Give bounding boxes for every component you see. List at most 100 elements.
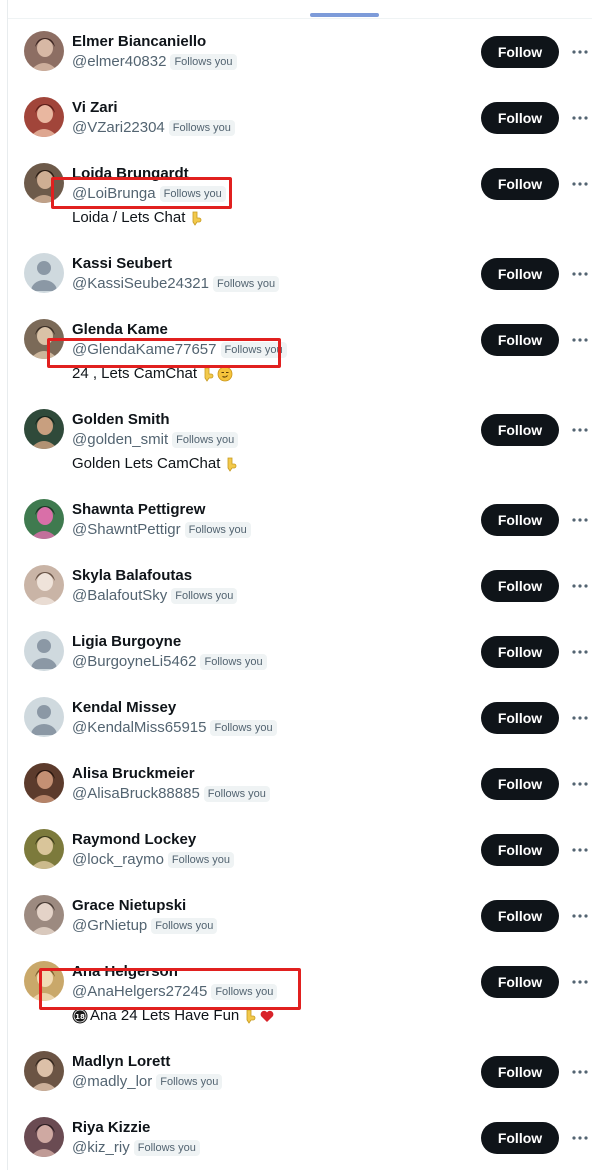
user-display-name[interactable]: Skyla Balafoutas [72, 566, 192, 585]
user-display-name[interactable]: Grace Nietupski [72, 896, 186, 915]
follow-button[interactable]: Follow [481, 414, 559, 446]
user-handle[interactable]: @kiz_riy [72, 1138, 130, 1158]
user-row[interactable]: Riya Kizzie @kiz_riy Follows you Follow [8, 1105, 592, 1170]
user-display-name[interactable]: Kassi Seubert [72, 254, 172, 273]
user-handle[interactable]: @KassiSeube24321 [72, 274, 209, 294]
avatar[interactable] [24, 1117, 64, 1157]
user-row[interactable]: Shawnta Pettigrew @ShawntPettigr Follows y… [8, 487, 592, 553]
follow-button[interactable]: Follow [481, 102, 559, 134]
more-options-button[interactable] [569, 905, 591, 927]
more-options-button[interactable] [569, 173, 591, 195]
user-row[interactable]: Kassi Seubert @KassiSeube24321 Follows you… [8, 241, 592, 307]
user-row[interactable]: Golden Smith @golden_smit Follows you Golde… [8, 397, 592, 487]
user-handle[interactable]: @AlisaBruck88885 [72, 784, 200, 804]
user-display-name[interactable]: Shawnta Pettigrew [72, 500, 205, 519]
follow-button[interactable]: Follow [481, 966, 559, 998]
follow-button[interactable]: Follow [481, 702, 559, 734]
user-row[interactable]: Alisa Bruckmeier @AlisaBruck88885 Follows … [8, 751, 592, 817]
user-display-name[interactable]: Madlyn Lorett [72, 1052, 170, 1071]
follow-button[interactable]: Follow [481, 636, 559, 668]
follow-button[interactable]: Follow [481, 504, 559, 536]
user-handle[interactable]: @BalafoutSky [72, 586, 167, 606]
user-display-name[interactable]: Alisa Bruckmeier [72, 764, 195, 783]
follow-button[interactable]: Follow [481, 834, 559, 866]
user-row[interactable]: Ana Helgerson @AnaHelgers27245 Follows you… [8, 949, 592, 1039]
follow-button[interactable]: Follow [481, 258, 559, 290]
default-avatar[interactable] [24, 253, 64, 293]
default-avatar[interactable] [24, 697, 64, 737]
avatar[interactable] [24, 499, 64, 539]
user-handle[interactable]: @ShawntPettigr [72, 520, 181, 540]
follow-button[interactable]: Follow [481, 1122, 559, 1154]
user-handle[interactable]: @GrNietup [72, 916, 147, 936]
user-display-name[interactable]: Ligia Burgoyne [72, 632, 181, 651]
user-display-name[interactable]: Glenda Kame [72, 320, 168, 339]
user-row[interactable]: Madlyn Lorett @madly_lor Follows you Follow [8, 1039, 592, 1105]
more-options-button[interactable] [569, 839, 591, 861]
follow-button[interactable]: Follow [481, 768, 559, 800]
more-options-button[interactable] [569, 107, 591, 129]
user-handle[interactable]: @KendalMiss65915 [72, 718, 206, 738]
user-row[interactable]: Kendal Missey @KendalMiss65915 Follows you… [8, 685, 592, 751]
follow-button[interactable]: Follow [481, 900, 559, 932]
avatar[interactable] [24, 565, 64, 605]
user-display-name[interactable]: Loida Brungardt [72, 164, 189, 183]
user-handle[interactable]: @GlendaKame77657 [72, 340, 217, 360]
user-display-name[interactable]: Elmer Biancaniello [72, 32, 206, 51]
backhand-index-pointing-down-icon [187, 210, 203, 226]
user-row[interactable]: Glenda Kame @GlendaKame77657 Follows you 24… [8, 307, 592, 397]
user-row[interactable]: Vi Zari @VZari22304 Follows you Follow [8, 85, 592, 151]
user-row[interactable]: Skyla Balafoutas @BalafoutSky Follows you F… [8, 553, 592, 619]
more-options-button[interactable] [569, 419, 591, 441]
user-display-name[interactable]: Riya Kizzie [72, 1118, 150, 1137]
handle-line: @AnaHelgers27245 Follows you [72, 982, 278, 1002]
user-display-name[interactable]: Kendal Missey [72, 698, 176, 717]
more-options-button[interactable] [569, 971, 591, 993]
user-handle[interactable]: @AnaHelgers27245 [72, 982, 207, 1002]
more-options-button[interactable] [569, 1127, 591, 1149]
more-options-button[interactable] [569, 263, 591, 285]
more-options-button[interactable] [569, 1061, 591, 1083]
follow-button[interactable]: Follow [481, 570, 559, 602]
avatar[interactable] [24, 31, 64, 71]
user-display-name[interactable]: Golden Smith [72, 410, 170, 429]
more-options-button[interactable] [569, 41, 591, 63]
user-display-name[interactable]: Raymond Lockey [72, 830, 196, 849]
more-options-button[interactable] [569, 329, 591, 351]
more-options-button[interactable] [569, 773, 591, 795]
more-options-button[interactable] [569, 575, 591, 597]
avatar[interactable] [24, 829, 64, 869]
avatar[interactable] [24, 1051, 64, 1091]
more-options-button[interactable] [569, 509, 591, 531]
follow-button[interactable]: Follow [481, 324, 559, 356]
user-handle[interactable]: @madly_lor [72, 1072, 152, 1092]
user-handle[interactable]: @VZari22304 [72, 118, 165, 138]
default-avatar[interactable] [24, 631, 64, 671]
user-handle[interactable]: @lock_raymo [72, 850, 164, 870]
follow-button[interactable]: Follow [481, 36, 559, 68]
follows-you-badge: Follows you [133, 1140, 200, 1156]
avatar[interactable] [24, 97, 64, 137]
user-row[interactable]: Grace Nietupski @GrNietup Follows you Follo… [8, 883, 592, 949]
user-row[interactable]: Raymond Lockey @lock_raymo Follows you Foll… [8, 817, 592, 883]
more-options-button[interactable] [569, 641, 591, 663]
avatar[interactable] [24, 409, 64, 449]
avatar[interactable] [24, 895, 64, 935]
avatar[interactable] [24, 163, 64, 203]
follow-button[interactable]: Follow [481, 1056, 559, 1088]
user-display-name[interactable]: Ana Helgerson [72, 962, 178, 981]
user-handle[interactable]: @elmer40832 [72, 52, 166, 72]
user-row[interactable]: Elmer Biancaniello @elmer40832 Follows you… [8, 19, 592, 85]
user-handle[interactable]: @BurgoyneLi5462 [72, 652, 196, 672]
avatar[interactable] [24, 319, 64, 359]
user-row[interactable]: Ligia Burgoyne @BurgoyneLi5462 Follows you… [8, 619, 592, 685]
user-handle[interactable]: @golden_smit [72, 430, 168, 450]
avatar[interactable] [24, 763, 64, 803]
user-display-name[interactable]: Vi Zari [72, 98, 118, 117]
user-handle[interactable]: @LoiBrunga [72, 184, 156, 204]
ellipsis-icon [572, 782, 588, 786]
follow-button[interactable]: Follow [481, 168, 559, 200]
avatar[interactable] [24, 961, 64, 1001]
more-options-button[interactable] [569, 707, 591, 729]
user-row[interactable]: Loida Brungardt @LoiBrunga Follows you Loid… [8, 151, 592, 241]
